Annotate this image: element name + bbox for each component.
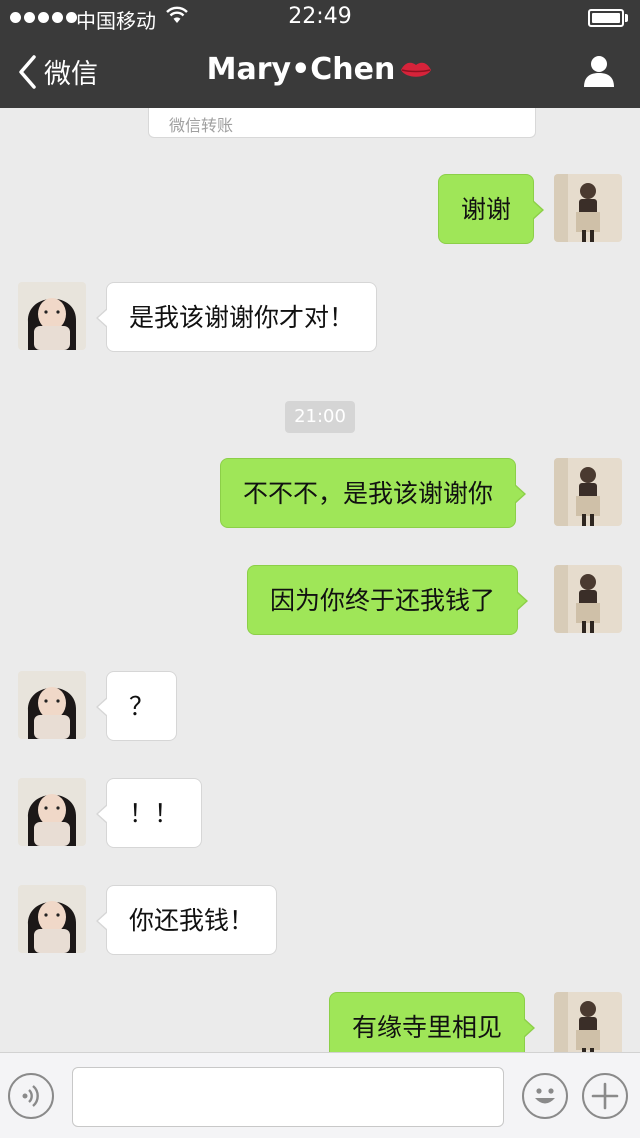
message-bubble-outgoing[interactable]: 谢谢 — [438, 174, 545, 244]
my-avatar[interactable] — [554, 458, 622, 526]
emoji-button[interactable] — [522, 1073, 568, 1119]
header: 中国移动 22:49 微信 Mary•Chen — [0, 0, 640, 108]
chat-title: Mary•Chen — [0, 52, 640, 87]
message-bubble-incoming[interactable]: ！！ — [95, 778, 203, 848]
emoji-icon — [535, 1088, 555, 1104]
message-bubble-incoming[interactable]: 是我该谢谢你才对！ — [95, 282, 378, 352]
contact-avatar[interactable] — [18, 778, 86, 846]
message-bubble-incoming[interactable]: 你还我钱！ — [95, 885, 278, 955]
plus-button[interactable] — [582, 1073, 628, 1119]
message-input[interactable] — [72, 1067, 504, 1127]
transfer-label: 微信转账 — [169, 116, 234, 135]
person-icon[interactable] — [582, 54, 616, 88]
plus-icon — [591, 1082, 619, 1110]
voice-icon — [22, 1085, 39, 1107]
contact-avatar[interactable] — [18, 282, 86, 350]
message-bubble-outgoing[interactable]: 不不不，是我该谢谢你 — [220, 458, 527, 528]
contact-name: Mary•Chen — [206, 52, 396, 87]
lips-icon — [401, 62, 432, 77]
status-time: 22:49 — [288, 4, 352, 29]
my-avatar[interactable] — [554, 565, 622, 633]
battery-icon — [588, 9, 628, 27]
transfer-card[interactable]: 微信转账 — [148, 108, 536, 138]
input-bar — [0, 1052, 640, 1138]
voice-button[interactable] — [8, 1073, 54, 1119]
my-avatar[interactable] — [554, 992, 622, 1060]
my-avatar[interactable] — [554, 174, 622, 242]
message-bubble-incoming[interactable]: ？ — [95, 671, 178, 741]
contact-avatar[interactable] — [18, 885, 86, 953]
time-divider: 21:00 — [285, 401, 355, 433]
contact-avatar[interactable] — [18, 671, 86, 739]
message-bubble-outgoing[interactable]: 因为你终于还我钱了 — [247, 565, 529, 635]
status-bar: 中国移动 22:49 — [0, 0, 640, 36]
